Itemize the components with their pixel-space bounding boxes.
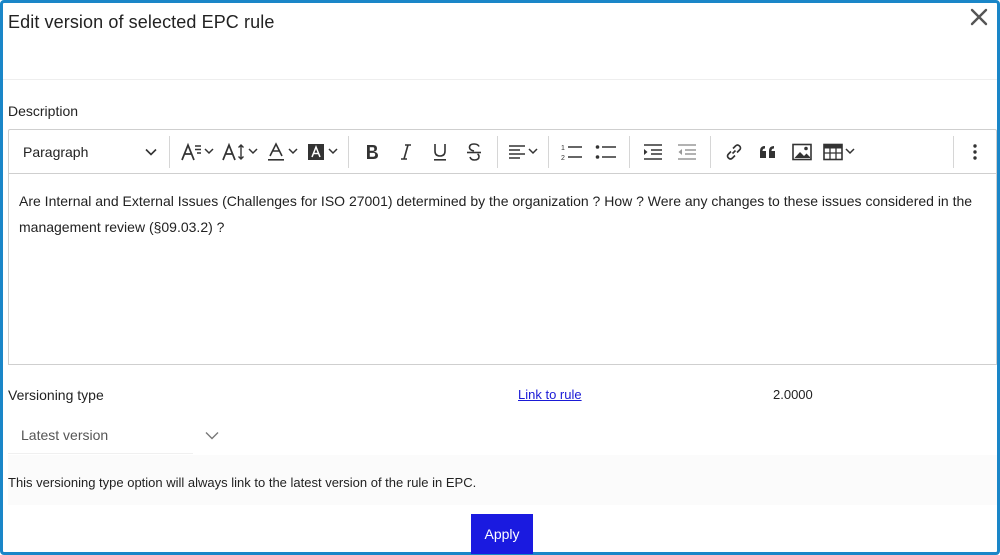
underline-icon [434, 143, 446, 161]
italic-icon [401, 143, 411, 160]
line-height-icon [222, 142, 244, 160]
versioning-type-select[interactable]: Latest version [8, 417, 223, 453]
more-options-button[interactable] [960, 136, 990, 168]
line-height-button[interactable] [218, 136, 262, 168]
insert-table-button[interactable] [819, 136, 859, 168]
toolbar-separator [548, 135, 549, 168]
editor-toolbar: Paragraph 1 2 [8, 129, 997, 174]
chevron-down-icon [248, 148, 258, 155]
font-color-button[interactable] [262, 136, 302, 168]
toolbar-separator [710, 135, 711, 168]
paragraph-style-label: Paragraph [23, 143, 89, 160]
chevron-down-icon [205, 431, 219, 439]
chevron-down-icon [145, 148, 157, 156]
chevron-down-icon [288, 148, 298, 155]
link-icon [726, 143, 742, 160]
outdent-button[interactable] [670, 136, 704, 168]
svg-text:2: 2 [561, 155, 565, 162]
strikethrough-icon [467, 142, 481, 161]
chevron-down-icon [328, 148, 338, 155]
chevron-down-icon [845, 148, 855, 155]
toolbar-separator [953, 135, 954, 168]
chevron-down-icon [528, 148, 538, 155]
version-number: 2.0000 [773, 387, 813, 402]
indent-button[interactable] [636, 136, 670, 168]
font-size-button[interactable] [176, 136, 218, 168]
block-quote-button[interactable] [751, 136, 785, 168]
insert-image-button[interactable] [785, 136, 819, 168]
indent-icon [644, 143, 662, 160]
paragraph-style-dropdown[interactable]: Paragraph [15, 136, 163, 168]
font-color-icon [268, 141, 284, 161]
align-left-icon [509, 144, 525, 159]
background-color-button[interactable] [302, 136, 342, 168]
toolbar-separator [348, 135, 349, 168]
chevron-down-icon [204, 148, 214, 155]
edit-version-dialog: Edit version of selected EPC rule Descri… [0, 0, 1000, 555]
select-underline [8, 453, 193, 454]
versioning-info-text: This versioning type option will always … [8, 475, 477, 490]
close-icon[interactable] [969, 7, 989, 27]
insert-link-button[interactable] [717, 136, 751, 168]
header-divider [3, 79, 997, 80]
bulleted-list-button[interactable] [589, 136, 623, 168]
toolbar-separator [497, 135, 498, 168]
background-color-icon [308, 143, 324, 160]
toolbar-separator [629, 135, 630, 168]
more-vertical-icon [973, 143, 977, 160]
italic-button[interactable] [389, 136, 423, 168]
numbered-list-icon: 1 2 [561, 145, 582, 162]
bulleted-list-icon [595, 144, 616, 159]
link-to-rule[interactable]: Link to rule [518, 387, 582, 402]
bold-button[interactable] [355, 136, 389, 168]
description-label: Description [8, 103, 79, 119]
toolbar-separator [169, 135, 170, 168]
description-editor[interactable]: Are Internal and External Issues (Challe… [8, 174, 997, 365]
numbered-list-button[interactable]: 1 2 [555, 136, 589, 168]
dialog-title: Edit version of selected EPC rule [8, 12, 275, 32]
strikethrough-button[interactable] [457, 136, 491, 168]
apply-button[interactable]: Apply [471, 514, 533, 554]
font-size-icon [181, 142, 201, 160]
bold-icon [367, 144, 378, 159]
outdent-icon [678, 143, 696, 160]
quote-icon [760, 145, 775, 158]
image-icon [792, 143, 812, 160]
svg-text:1: 1 [561, 145, 565, 152]
alignment-button[interactable] [504, 136, 542, 168]
versioning-type-value: Latest version [21, 427, 109, 443]
table-icon [823, 143, 843, 160]
versioning-type-label: Versioning type [8, 387, 104, 403]
underline-button[interactable] [423, 136, 457, 168]
